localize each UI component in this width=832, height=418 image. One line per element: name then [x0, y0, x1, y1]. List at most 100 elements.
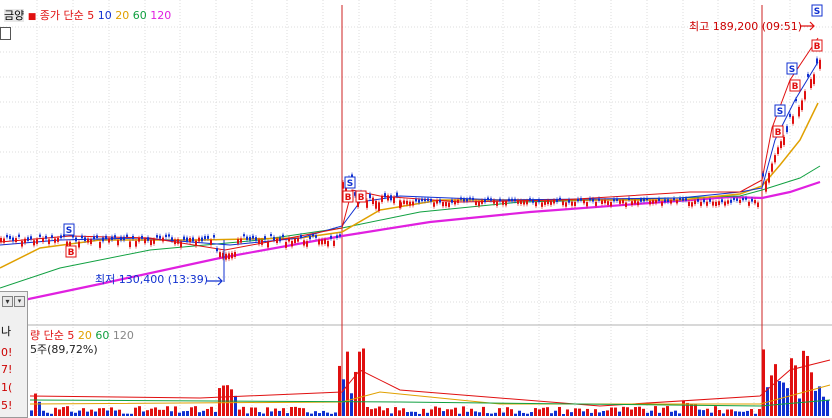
sell-signal-icon[interactable]: S	[344, 176, 356, 189]
volume-bar	[666, 406, 669, 416]
volume-bar	[614, 407, 617, 416]
volume-bar	[582, 411, 585, 416]
volume-bar	[726, 409, 729, 416]
volume-bar	[278, 410, 281, 416]
ma-period-5: 5	[87, 9, 95, 22]
volume-bar	[642, 408, 645, 416]
volume-bar	[578, 408, 581, 416]
volume-ma-type-label: 단순	[43, 329, 64, 342]
buy-signal-icon[interactable]: B	[65, 245, 77, 258]
buy-signal-icon[interactable]: B	[811, 39, 823, 52]
volume-bar	[482, 406, 485, 416]
dropdown-icon[interactable]: ▾	[2, 296, 13, 307]
volume-bar	[138, 406, 141, 416]
signal-letter: S	[789, 65, 795, 75]
volume-bar	[114, 410, 117, 416]
volume-bar	[110, 407, 113, 416]
volume-bar	[542, 407, 545, 416]
volume-bar	[98, 408, 101, 416]
low-price-label: 최저 130,400 (13:39)	[95, 273, 209, 286]
buy-signal-icon[interactable]: B	[772, 125, 784, 138]
volume-bar	[650, 410, 653, 416]
sell-signal-icon[interactable]: S	[786, 62, 798, 75]
volume-bar	[58, 409, 61, 416]
volume-bar	[174, 406, 177, 416]
volume-bar	[394, 407, 397, 416]
volume-bar	[250, 407, 253, 416]
volume-bar	[86, 411, 89, 416]
volume-bar	[258, 412, 261, 416]
volume-value-text: 5주(89,72%)	[30, 343, 98, 356]
side-row-3: 7!	[1, 363, 13, 376]
buy-signal-icon[interactable]: B	[355, 190, 367, 203]
ma-period-10: 10	[97, 9, 112, 22]
volume-legend: 량 단순 5 20 60 120	[30, 329, 134, 342]
volume-bar	[54, 407, 57, 416]
volume-bar	[474, 411, 477, 416]
volume-ma-period-120: 120	[112, 329, 134, 342]
volume-bar	[234, 395, 237, 416]
close-icon[interactable]: ▾	[14, 296, 25, 307]
buy-signal-icon[interactable]: B	[789, 79, 801, 92]
volume-bar	[322, 410, 325, 416]
volume-bar	[270, 411, 273, 416]
volume-bar	[758, 409, 761, 416]
volume-bar	[690, 404, 693, 416]
volume-bar	[682, 400, 685, 416]
volume-bar	[570, 412, 573, 416]
volume-bar	[674, 410, 677, 416]
volume-bar	[430, 409, 433, 416]
volume-bar	[618, 411, 621, 416]
volume-bar	[718, 409, 721, 416]
volume-bar	[166, 406, 169, 416]
volume-bar	[402, 408, 405, 416]
signal-letter: S	[347, 179, 353, 189]
volume-bar	[782, 382, 785, 416]
volume-bar	[626, 407, 629, 416]
volume-bar	[206, 408, 209, 416]
volume-bar	[558, 406, 561, 416]
low-arrow-icon	[207, 276, 223, 286]
buy-signal-icon[interactable]: B	[342, 190, 354, 203]
volume-bar	[706, 408, 709, 416]
volume-bar	[670, 411, 673, 416]
sell-signal-icon[interactable]: S	[63, 223, 75, 236]
volume-bar	[42, 410, 45, 416]
volume-bar	[202, 410, 205, 416]
volume-bar	[594, 409, 597, 416]
volume-bar	[610, 407, 613, 416]
stock-chart[interactable]: SBSB BSBSBSB	[0, 0, 832, 416]
volume-bar	[702, 410, 705, 416]
volume-bar	[454, 407, 457, 416]
volume-bar	[750, 409, 753, 416]
volume-bar	[386, 408, 389, 416]
volume-bar	[358, 351, 361, 416]
side-row-1: 나	[1, 325, 12, 338]
volume-bar	[302, 408, 305, 416]
volume-bar	[194, 406, 197, 416]
volume-bar	[90, 409, 93, 416]
volume-bar	[802, 350, 805, 416]
volume-bar	[298, 407, 301, 416]
grid-icon[interactable]	[0, 27, 11, 40]
sell-signal-icon[interactable]: S	[774, 104, 786, 117]
volume-bar	[534, 408, 537, 416]
volume-bar	[146, 410, 149, 416]
volume-bar	[510, 409, 513, 416]
side-popup-panel[interactable]: ▾ ▾ 나 0! 7! 1( 5!	[0, 291, 28, 418]
legend-marker-icon: ■	[27, 12, 37, 22]
volume-bar	[478, 412, 481, 416]
volume-bar	[662, 407, 665, 416]
signal-letter: B	[68, 248, 75, 258]
ma-period-120: 120	[150, 9, 172, 22]
volume-bar	[398, 410, 401, 416]
volume-bar	[238, 409, 241, 416]
volume-bar	[738, 411, 741, 416]
volume-bar	[102, 408, 105, 416]
volume-bar	[66, 406, 69, 416]
volume-bar	[186, 410, 189, 416]
volume-bar	[338, 365, 341, 416]
sell-signal-icon[interactable]: S	[811, 4, 823, 17]
volume-label: 량	[30, 329, 41, 342]
volume-bar	[118, 409, 121, 416]
